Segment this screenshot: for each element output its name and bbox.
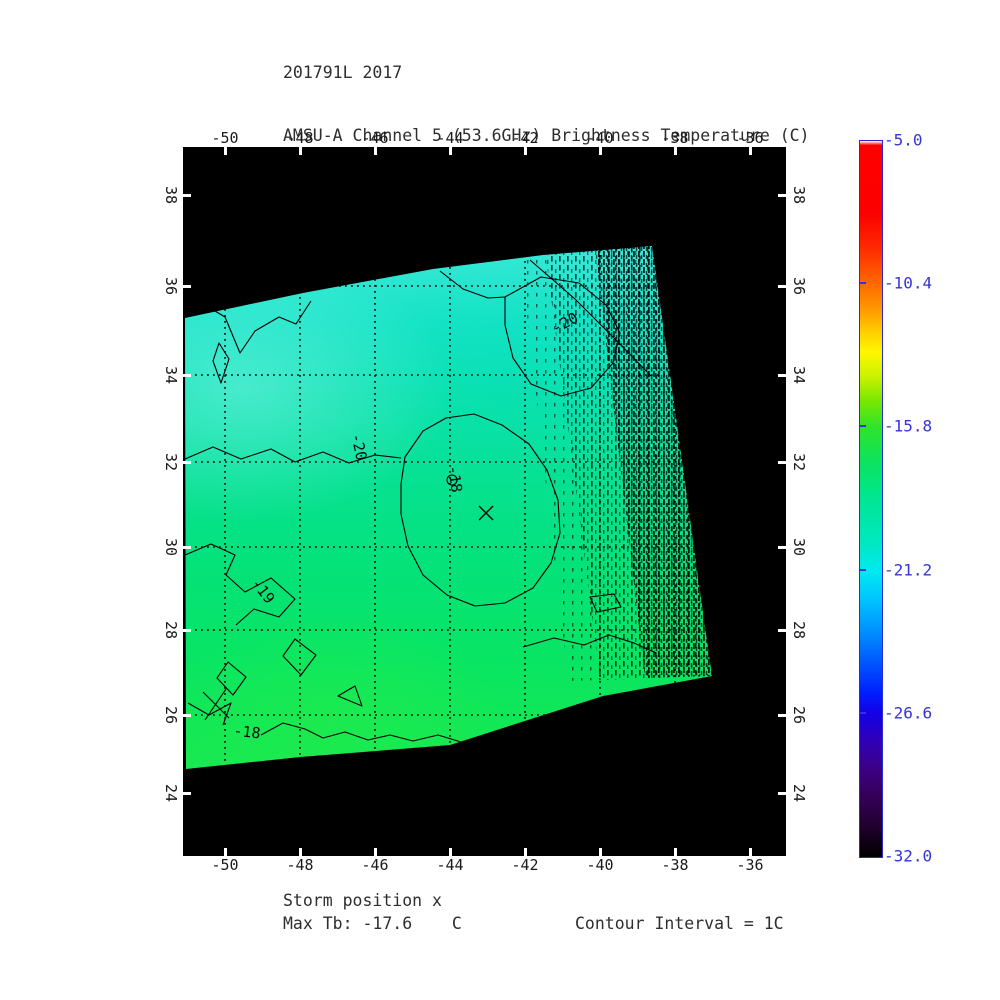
axis-tick-right — [778, 194, 786, 197]
axis-tick-top — [224, 147, 227, 155]
axis-tick-right — [778, 285, 786, 288]
lat-tick-label-right: 34 — [790, 366, 808, 384]
contour-label: -18 — [233, 722, 262, 743]
axis-tick-top — [524, 147, 527, 155]
lon-tick-label-bottom: -38 — [661, 856, 688, 874]
lon-tick-label-bottom: -42 — [511, 856, 538, 874]
lon-tick-label-bottom: -44 — [436, 856, 463, 874]
colorbar-tick-mark — [860, 569, 866, 571]
lon-tick-label-bottom: -36 — [736, 856, 763, 874]
lon-tick-label-top: -38 — [661, 129, 688, 147]
colorbar-tick-label: -21.2 — [884, 560, 932, 579]
lat-tick-label-right: 36 — [790, 277, 808, 295]
lat-tick-label-left: 38 — [162, 186, 180, 204]
colorbar-tick-mark — [860, 282, 866, 284]
axis-tick-left — [183, 374, 191, 377]
lat-tick-label-right: 24 — [790, 784, 808, 802]
lon-tick-label-bottom: -46 — [361, 856, 388, 874]
lat-tick-label-right: 30 — [790, 538, 808, 556]
axis-tick-top — [449, 147, 452, 155]
contour-interval-note: Contour Interval = 1C — [575, 914, 784, 933]
lon-tick-label-bottom: -40 — [586, 856, 613, 874]
lat-tick-label-left: 36 — [162, 277, 180, 295]
lon-tick-label-bottom: -48 — [286, 856, 313, 874]
axis-tick-right — [778, 461, 786, 464]
axis-tick-right — [778, 714, 786, 717]
lon-tick-label-top: -40 — [586, 129, 613, 147]
lon-tick-label-top: -50 — [211, 129, 238, 147]
lat-tick-label-right: 26 — [790, 706, 808, 724]
map-overlay — [183, 147, 786, 856]
axis-tick-left — [183, 285, 191, 288]
axis-tick-right — [778, 629, 786, 632]
colorbar-tick-label: -32.0 — [884, 847, 932, 866]
storm-id-line: 201791L 2017 — [283, 62, 810, 83]
lat-tick-label-left: 30 — [162, 538, 180, 556]
max-tb-note: Max Tb: -17.6 C — [283, 914, 462, 933]
lat-tick-label-left: 24 — [162, 784, 180, 802]
axis-tick-top — [749, 147, 752, 155]
lon-tick-label-top: -42 — [511, 129, 538, 147]
lat-tick-label-right: 32 — [790, 453, 808, 471]
axis-tick-top — [599, 147, 602, 155]
contour-label: -18 — [444, 464, 466, 493]
axis-tick-top — [299, 147, 302, 155]
axis-tick-bottom — [374, 848, 377, 856]
axis-tick-right — [778, 546, 786, 549]
axis-tick-top — [374, 147, 377, 155]
axis-tick-right — [778, 792, 786, 795]
colorbar-tick-mark — [860, 425, 866, 427]
lon-tick-label-top: -36 — [736, 129, 763, 147]
colorbar-tick-label: -5.0 — [884, 131, 923, 150]
axis-tick-left — [183, 792, 191, 795]
axis-tick-left — [183, 629, 191, 632]
axis-tick-bottom — [524, 848, 527, 856]
colorbar-tick-mark — [860, 712, 866, 714]
lat-tick-label-left: 28 — [162, 621, 180, 639]
lat-tick-label-right: 38 — [790, 186, 808, 204]
lat-tick-label-right: 28 — [790, 621, 808, 639]
lat-tick-label-left: 32 — [162, 453, 180, 471]
colorbar-tick-label: -10.4 — [884, 274, 932, 293]
axis-tick-bottom — [674, 848, 677, 856]
axis-tick-top — [674, 147, 677, 155]
axis-tick-left — [183, 546, 191, 549]
lat-tick-label-left: 26 — [162, 706, 180, 724]
axis-tick-right — [778, 374, 786, 377]
colorbar — [859, 140, 883, 858]
axis-tick-bottom — [299, 848, 302, 856]
axis-tick-bottom — [449, 848, 452, 856]
storm-position-note: Storm position x — [283, 891, 442, 910]
plot-page: 201791L 2017 AMSU-A Channel 5 (53.6GHz) … — [0, 0, 1000, 1000]
axis-tick-bottom — [599, 848, 602, 856]
axis-tick-left — [183, 714, 191, 717]
axis-tick-left — [183, 461, 191, 464]
lon-tick-label-top: -46 — [361, 129, 388, 147]
lon-tick-label-bottom: -50 — [211, 856, 238, 874]
axis-tick-bottom — [224, 848, 227, 856]
lon-tick-label-top: -44 — [436, 129, 463, 147]
lon-tick-label-top: -48 — [286, 129, 313, 147]
axis-tick-left — [183, 194, 191, 197]
map-plot-area: -20-20-18-19-18 — [181, 145, 788, 858]
colorbar-tick-label: -15.8 — [884, 417, 932, 436]
colorbar-tick-label: -26.6 — [884, 703, 932, 722]
stipple-region — [520, 246, 712, 681]
axis-tick-bottom — [749, 848, 752, 856]
grid-lines — [183, 147, 786, 856]
lat-tick-label-left: 34 — [162, 366, 180, 384]
storm-position-marker — [479, 506, 493, 520]
